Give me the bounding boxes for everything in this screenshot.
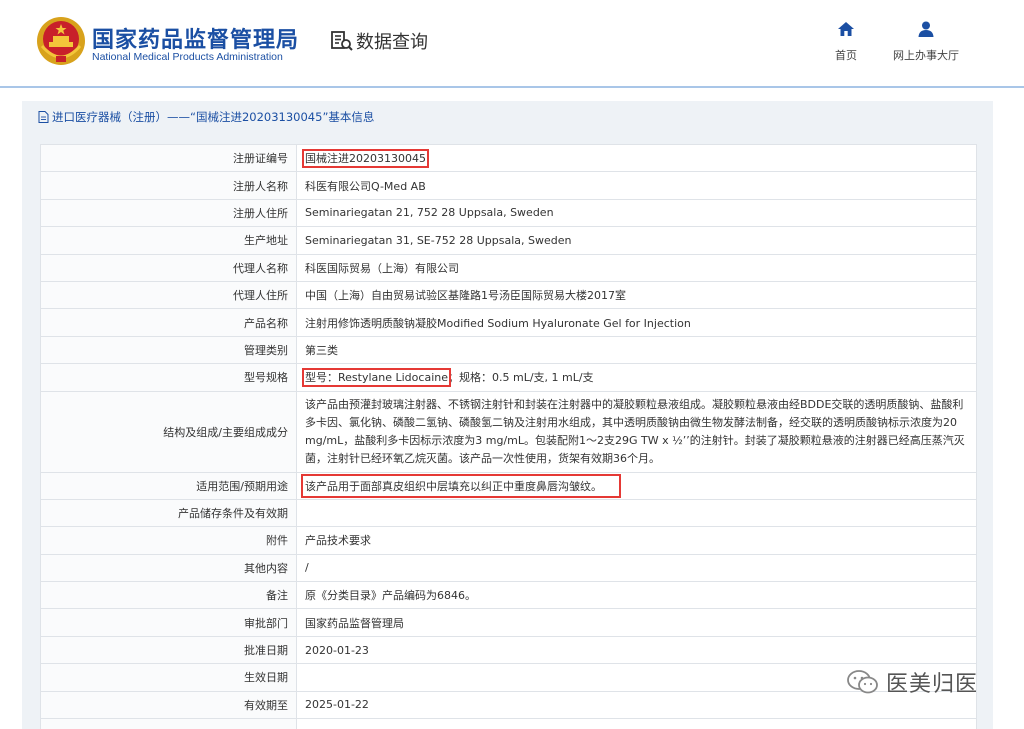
table-row: 产品名称 注射用修饰透明质酸钠凝胶Modified Sodium Hyaluro… <box>40 308 977 337</box>
row-value: 产品技术要求 <box>296 526 977 555</box>
row-label: 注册人住所 <box>40 198 297 228</box>
nav-home-label: 首页 <box>835 49 857 62</box>
row-value: 型号：Restylane Lidocaine；规格：0.5 mL/支, 1 mL… <box>296 363 977 392</box>
row-value: Seminariegatan 31, SE-752 28 Uppsala, Sw… <box>296 226 977 255</box>
row-label: 其他内容 <box>40 553 297 583</box>
panel-title: 进口医疗器械（注册）——“国械注进20203130045”基本信息 <box>22 101 993 133</box>
home-icon <box>838 22 854 36</box>
model-value: 型号：Restylane Lidocaine <box>302 368 451 388</box>
wechat-watermark: 医美归医 <box>846 666 978 698</box>
row-value: / <box>296 553 977 583</box>
row-label: 注册人名称 <box>40 171 297 200</box>
intended-use-value: 该产品用于面部真皮组织中层填充以纠正中重度鼻唇沟皱纹。 <box>301 473 621 498</box>
row-label: 产品储存条件及有效期 <box>40 498 297 528</box>
table-row: 产品储存条件及有效期 <box>40 498 977 528</box>
brand-name-cn[interactable]: 国家药品监督管理局 <box>92 22 299 54</box>
registration-number-value: 国械注进20203130045 <box>302 149 429 169</box>
panel-title-text: 进口医疗器械（注册）——“国械注进20203130045”基本信息 <box>52 110 375 124</box>
table-row: 管理类别 第三类 <box>40 335 977 365</box>
row-label: 产品名称 <box>40 308 297 337</box>
row-value: 第三类 <box>296 335 977 365</box>
registration-detail-table: 注册证编号 国械注进20203130045 注册人名称 科医有限公司Q-Med … <box>40 143 977 729</box>
table-row: 注册人住所 Seminariegatan 21, 752 28 Uppsala,… <box>40 198 977 228</box>
table-row: 批准日期 2020-01-23 <box>40 635 977 665</box>
watermark-text: 医美归医 <box>886 672 979 697</box>
row-label: 批准日期 <box>40 635 297 665</box>
row-value: 国家药品监督管理局 <box>296 608 977 637</box>
row-label: 型号规格 <box>40 363 297 392</box>
table-row: 注册证编号 国械注进20203130045 <box>40 143 977 173</box>
table-row: 适用范围/预期用途 该产品用于面部真皮组织中层填充以纠正中重度鼻唇沟皱纹。 <box>40 471 977 500</box>
row-label: 代理人住所 <box>40 280 297 310</box>
site-header: 国家药品监督管理局 National Medical Products Admi… <box>0 0 1024 88</box>
row-value: Seminariegatan 21, 752 28 Uppsala, Swede… <box>296 198 977 228</box>
row-value: 中国（上海）自由贸易试验区基隆路1号汤臣国际贸易大楼2017室 <box>296 280 977 310</box>
row-label: 附件 <box>40 526 297 555</box>
row-label: 备注 <box>40 581 297 610</box>
row-label: 有效期至 <box>40 690 297 720</box>
table-row: 生产地址 Seminariegatan 31, SE-752 28 Uppsal… <box>40 226 977 255</box>
brand-name-en[interactable]: National Medical Products Administration <box>92 51 283 63</box>
table-row: 型号规格 型号：Restylane Lidocaine；规格：0.5 mL/支,… <box>40 363 977 392</box>
row-label: 代理人名称 <box>40 253 297 282</box>
wechat-icon <box>847 670 878 694</box>
data-query-label: 数据查询 <box>356 32 428 53</box>
row-label: 结构及组成/主要组成成分 <box>40 390 297 473</box>
data-query-link[interactable]: 数据查询 <box>330 28 428 54</box>
table-row: 审批部门 国家药品监督管理局 <box>40 608 977 637</box>
table-row: 其他内容 / <box>40 553 977 583</box>
table-row: 附件 产品技术要求 <box>40 526 977 555</box>
row-label: 生产地址 <box>40 226 297 255</box>
row-label <box>40 718 297 729</box>
row-value: 该产品由预灌封玻璃注射器、不锈钢注射针和封装在注射器中的凝胶颗粒悬液组成。凝胶颗… <box>296 390 977 473</box>
row-label: 生效日期 <box>40 663 297 692</box>
table-row: 生效日期 <box>40 663 977 692</box>
nav-online-hall[interactable]: 网上办事大厅 <box>886 20 966 63</box>
row-value: 科医有限公司Q-Med AB <box>296 171 977 200</box>
row-label: 适用范围/预期用途 <box>40 471 297 500</box>
row-value: 原《分类目录》产品编码为6846。 <box>296 581 977 610</box>
table-row: 代理人名称 科医国际贸易（上海）有限公司 <box>40 253 977 282</box>
table-row <box>40 718 977 729</box>
national-emblem-icon <box>37 17 85 65</box>
row-label: 管理类别 <box>40 335 297 365</box>
table-row: 备注 原《分类目录》产品编码为6846。 <box>40 581 977 610</box>
row-value: 科医国际贸易（上海）有限公司 <box>296 253 977 282</box>
user-icon <box>918 21 934 37</box>
table-row: 注册人名称 科医有限公司Q-Med AB <box>40 171 977 200</box>
spec-value: ；规格：0.5 mL/支, 1 mL/支 <box>447 371 594 385</box>
row-label: 审批部门 <box>40 608 297 637</box>
nav-online-hall-label: 网上办事大厅 <box>893 49 959 62</box>
document-icon <box>38 111 49 123</box>
row-value <box>296 498 977 528</box>
data-query-icon <box>331 31 353 51</box>
row-value: 2020-01-23 <box>296 635 977 665</box>
row-value <box>296 718 977 729</box>
row-value: 国械注进20203130045 <box>296 143 977 173</box>
nav-home[interactable]: 首页 <box>806 20 886 63</box>
row-value: 该产品用于面部真皮组织中层填充以纠正中重度鼻唇沟皱纹。 <box>296 471 977 500</box>
table-row: 结构及组成/主要组成成分 该产品由预灌封玻璃注射器、不锈钢注射针和封装在注射器中… <box>40 390 977 473</box>
table-row: 代理人住所 中国（上海）自由贸易试验区基隆路1号汤臣国际贸易大楼2017室 <box>40 280 977 310</box>
row-value: 注射用修饰透明质酸钠凝胶Modified Sodium Hyaluronate … <box>296 308 977 337</box>
row-label: 注册证编号 <box>40 143 297 173</box>
table-row: 有效期至 2025-01-22 <box>40 690 977 720</box>
